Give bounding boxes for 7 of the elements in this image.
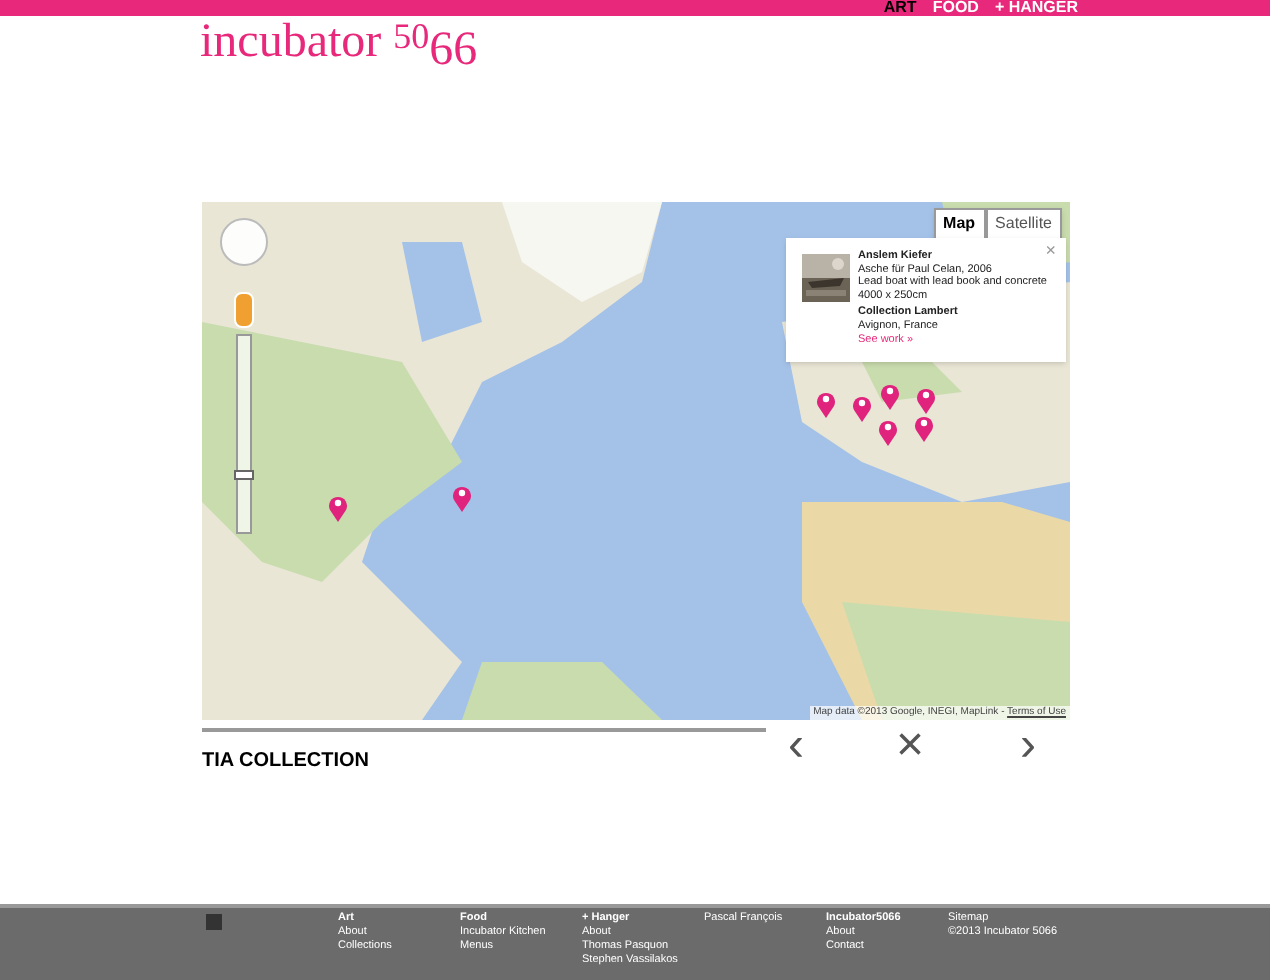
section-title: TIA COLLECTION	[202, 750, 370, 772]
close-button[interactable]: ×	[896, 728, 925, 764]
nav-link[interactable]: + HANGER	[994, 0, 1078, 16]
nav-link[interactable]: ART	[883, 0, 917, 16]
nav-link[interactable]: FOOD	[932, 0, 979, 16]
next-button[interactable]: ›	[1020, 728, 1037, 764]
previous-button[interactable]: ‹	[788, 728, 804, 764]
